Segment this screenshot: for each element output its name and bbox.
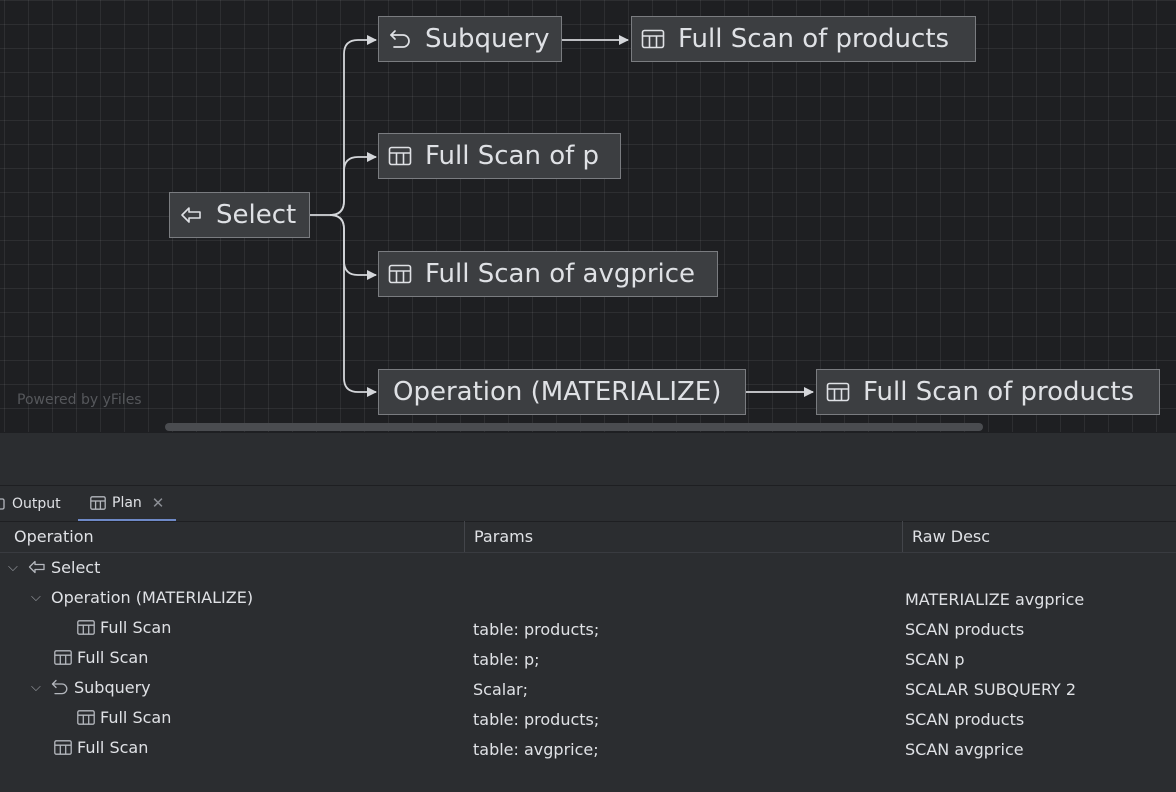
operation-cell: Full Scan xyxy=(77,702,171,732)
operation-text: Full Scan xyxy=(100,707,172,727)
tab-output-label: Output xyxy=(12,495,61,512)
node-label: Full Scan of products xyxy=(678,24,950,54)
node-full-scan-products-top[interactable]: Full Scan of products xyxy=(631,16,976,62)
result-tabs: Output Plan ✕ xyxy=(0,485,1176,522)
table-row[interactable]: Full Scan table: p; SCAN p xyxy=(0,642,1176,672)
operation-text: Full Scan xyxy=(77,647,149,667)
node-label: Operation (MATERIALIZE) xyxy=(393,377,722,407)
output-icon xyxy=(0,497,5,510)
operation-text: Full Scan xyxy=(77,737,149,757)
undo-arrow-icon xyxy=(387,26,413,52)
table-icon xyxy=(77,619,95,635)
params-cell: table: avgprice; xyxy=(473,739,599,759)
plan-diagram-canvas[interactable]: Select Subquery Full Scan of products Fu… xyxy=(0,0,1176,432)
raw-desc-cell: SCAN products xyxy=(905,619,1025,639)
chevron-down-icon[interactable]: ⌵ xyxy=(31,590,43,605)
operation-cell: ⌵ Subquery xyxy=(31,672,151,702)
table-icon xyxy=(77,709,95,725)
node-label: Full Scan of avgprice xyxy=(425,259,696,289)
node-operation-materialize[interactable]: Operation (MATERIALIZE) xyxy=(378,369,746,415)
params-cell: Scalar; xyxy=(473,679,528,699)
table-row[interactable]: Full Scan table: products; SCAN products xyxy=(0,612,1176,642)
edge-select-scan-avgprice xyxy=(329,214,377,280)
raw-desc-cell: SCALAR SUBQUERY 2 xyxy=(905,679,1077,699)
table-icon xyxy=(90,495,106,510)
table-icon xyxy=(387,261,413,287)
plan-table-header: Operation Params Raw Desc xyxy=(0,521,1176,553)
operation-cell: Full Scan xyxy=(54,642,148,672)
node-full-scan-avgprice[interactable]: Full Scan of avgprice xyxy=(378,251,718,297)
column-header-params[interactable]: Params xyxy=(474,521,533,552)
column-separator[interactable] xyxy=(464,521,465,552)
table-row[interactable]: Full Scan table: products; SCAN products xyxy=(0,702,1176,732)
close-icon[interactable]: ✕ xyxy=(152,494,165,512)
horizontal-scrollbar[interactable] xyxy=(165,423,983,431)
node-label: Full Scan of products xyxy=(863,377,1135,407)
table-icon xyxy=(825,379,851,405)
node-select[interactable]: Select xyxy=(169,192,310,238)
edge-select-scan-p xyxy=(329,152,377,216)
operation-cell: ⌵ Select xyxy=(8,552,100,582)
node-full-scan-products-bottom[interactable]: Full Scan of products xyxy=(816,369,1160,415)
chevron-down-icon[interactable]: ⌵ xyxy=(31,680,43,695)
arrow-left-icon xyxy=(178,202,204,228)
raw-desc-cell: SCAN p xyxy=(905,649,965,669)
tab-plan-label: Plan xyxy=(112,494,142,511)
node-label: Select xyxy=(216,200,297,230)
column-header-raw-desc[interactable]: Raw Desc xyxy=(912,521,990,552)
raw-desc-cell: SCAN products xyxy=(905,709,1025,729)
node-label: Subquery xyxy=(425,24,550,54)
raw-desc-cell: SCAN avgprice xyxy=(905,739,1024,759)
chevron-down-icon[interactable]: ⌵ xyxy=(8,560,20,575)
panel-divider[interactable] xyxy=(0,432,1176,433)
operation-text: Subquery xyxy=(74,677,151,697)
tab-output[interactable]: Output xyxy=(0,486,61,521)
edge-select-subquery xyxy=(310,35,377,216)
arrow-left-icon xyxy=(28,560,45,574)
table-icon xyxy=(640,26,666,52)
table-row[interactable]: ⌵ Operation (MATERIALIZE) MATERIALIZE av… xyxy=(0,582,1176,612)
table-row[interactable]: ⌵ Subquery Scalar; SCALAR SUBQUERY 2 xyxy=(0,672,1176,702)
operation-text: Operation (MATERIALIZE) xyxy=(51,587,254,607)
table-row[interactable]: ⌵ Select xyxy=(0,552,1176,582)
params-cell: table: p; xyxy=(473,649,540,669)
tab-plan[interactable]: Plan ✕ xyxy=(78,486,177,521)
table-icon xyxy=(387,143,413,169)
operation-cell: Full Scan xyxy=(54,732,148,762)
node-full-scan-p[interactable]: Full Scan of p xyxy=(378,133,621,179)
table-icon xyxy=(54,649,72,665)
params-cell: table: products; xyxy=(473,709,600,729)
node-label: Full Scan of p xyxy=(425,141,600,171)
powered-by-watermark: Powered by yFiles xyxy=(17,392,142,408)
operation-text: Full Scan xyxy=(100,617,172,637)
undo-arrow-icon xyxy=(51,679,68,695)
edge-select-materialize xyxy=(329,214,377,397)
operation-cell: ⌵ Operation (MATERIALIZE) xyxy=(31,582,253,612)
node-subquery[interactable]: Subquery xyxy=(378,16,562,62)
table-row[interactable]: Full Scan table: avgprice; SCAN avgprice xyxy=(0,732,1176,762)
table-icon xyxy=(54,739,72,755)
raw-desc-cell: MATERIALIZE avgprice xyxy=(905,589,1085,609)
params-cell: table: products; xyxy=(473,619,600,639)
operation-cell: Full Scan xyxy=(77,612,171,642)
column-separator[interactable] xyxy=(902,521,903,552)
operation-text: Select xyxy=(51,557,101,577)
column-header-operation[interactable]: Operation xyxy=(14,521,94,552)
